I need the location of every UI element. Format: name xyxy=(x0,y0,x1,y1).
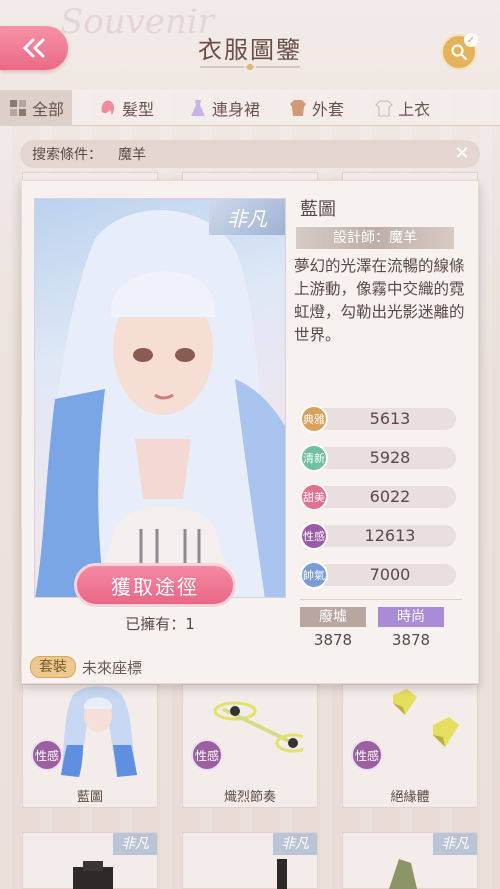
grid-item[interactable]: 性感 藍圖 xyxy=(22,684,158,808)
get-source-button[interactable]: 獲取途徑 xyxy=(74,563,236,607)
grid-icon xyxy=(10,100,26,116)
grid-item[interactable]: 非凡 xyxy=(22,832,158,889)
tag-ruins: 廢墟 3878 xyxy=(300,607,366,649)
filter-value: 魔羊 xyxy=(118,147,146,163)
grid-item[interactable]: 性感 熾烈節奏 xyxy=(182,684,318,808)
owned-count: 已擁有：1 xyxy=(125,615,195,633)
rarity-tag: 非凡 xyxy=(273,833,317,855)
stat-value: 5613 xyxy=(369,409,411,428)
sexy-icon: 性感 xyxy=(300,522,328,550)
item-image xyxy=(73,861,113,889)
stat-elegant: 典雅 5613 xyxy=(300,405,456,433)
dress-icon xyxy=(191,100,206,116)
search-icon xyxy=(451,44,468,61)
item-image xyxy=(277,859,287,889)
tag-fashion: 時尚 3878 xyxy=(378,607,444,649)
stat-value: 5928 xyxy=(369,448,411,467)
tag-label: 時尚 xyxy=(378,607,444,627)
grid-item[interactable]: 非凡 xyxy=(182,832,318,889)
category-tabs: 全部 髮型 連身裙 外套 上衣 xyxy=(0,90,500,126)
coat-icon xyxy=(290,100,307,116)
tag-label: 廢墟 xyxy=(300,607,366,627)
divider xyxy=(300,599,462,600)
tab-label: 連身裙 xyxy=(212,100,261,119)
filter-label: 搜索條件： xyxy=(32,147,102,163)
tab-top[interactable]: 上衣 xyxy=(366,90,438,126)
heart-earring-item-image xyxy=(393,689,459,747)
item-name: 熾烈節奏 xyxy=(223,790,276,805)
designer-label: 設計師：魔羊 xyxy=(296,227,454,249)
rarity-tag: 非凡 xyxy=(433,833,477,855)
cool-icon: 帥氣 xyxy=(300,561,328,589)
tab-hair[interactable]: 髮型 xyxy=(90,90,162,126)
suit-name[interactable]: 未來座標 xyxy=(82,657,142,678)
search-button[interactable]: ✓ xyxy=(441,33,478,70)
item-name: 絕緣體 xyxy=(390,790,430,805)
attribute-badge: 性感 xyxy=(31,739,63,771)
item-image xyxy=(389,859,417,889)
stat-value: 6022 xyxy=(369,487,411,506)
stat-value: 12613 xyxy=(364,526,416,545)
tab-label: 全部 xyxy=(32,100,65,119)
tab-label: 上衣 xyxy=(398,100,431,119)
suit-tag: 套裝 xyxy=(30,656,76,678)
grid-item[interactable]: 性感 絕緣體 xyxy=(342,684,478,808)
tab-label: 髮型 xyxy=(122,100,155,119)
rarity-badge: 非凡 xyxy=(209,199,285,235)
suit-info: 套裝 未來座標 xyxy=(30,655,142,679)
tab-all[interactable]: 全部 xyxy=(0,90,73,126)
stat-value: 7000 xyxy=(369,565,411,584)
stat-sweet: 甜美 6022 xyxy=(300,483,456,511)
stat-fresh: 清新 5928 xyxy=(300,444,456,472)
sweet-icon: 甜美 xyxy=(300,483,328,511)
tab-coat[interactable]: 外套 xyxy=(280,90,352,126)
character-illustration xyxy=(35,210,285,597)
tab-dress[interactable]: 連身裙 xyxy=(180,90,268,126)
grid-item[interactable]: 非凡 xyxy=(342,832,478,889)
item-description: 夢幻的光澤在流暢的線條上游動，像霧中交織的霓虹燈，勾勒出光影迷離的世界。 xyxy=(294,257,465,344)
elegant-icon: 典雅 xyxy=(300,405,328,433)
tag-value: 3878 xyxy=(313,631,353,649)
title-ornament xyxy=(200,64,300,70)
fresh-icon: 清新 xyxy=(300,444,328,472)
tag-value: 3878 xyxy=(391,631,431,649)
search-filter-bar: 搜索條件： 魔羊 ✕ xyxy=(20,140,480,168)
rarity-tag: 非凡 xyxy=(113,833,157,855)
item-title: 藍圖 xyxy=(300,199,336,220)
hair-icon xyxy=(101,100,115,115)
hair-item-image xyxy=(61,686,137,777)
attribute-badge: 性感 xyxy=(351,739,383,771)
accessory-item-image xyxy=(213,701,303,753)
item-detail-card: 非凡 獲取途徑 已擁有：1 套裝 未來座標 藍圖 設計師：魔羊 夢幻的光澤在流暢… xyxy=(21,180,479,684)
item-name: 藍圖 xyxy=(76,790,103,805)
attribute-badge: 性感 xyxy=(191,739,223,771)
page-title: 衣服圖鑒 xyxy=(198,36,302,64)
check-icon: ✓ xyxy=(464,33,478,47)
tab-label: 外套 xyxy=(312,100,345,119)
stat-cool: 帥氣 7000 xyxy=(300,561,456,589)
shirt-icon xyxy=(375,100,393,117)
stat-sexy: 性感 12613 xyxy=(300,522,456,550)
item-portrait: 非凡 xyxy=(34,198,286,598)
top-bar: Souvenir 衣服圖鑒 ✓ xyxy=(0,0,500,90)
clear-filter-button[interactable]: ✕ xyxy=(452,144,472,164)
